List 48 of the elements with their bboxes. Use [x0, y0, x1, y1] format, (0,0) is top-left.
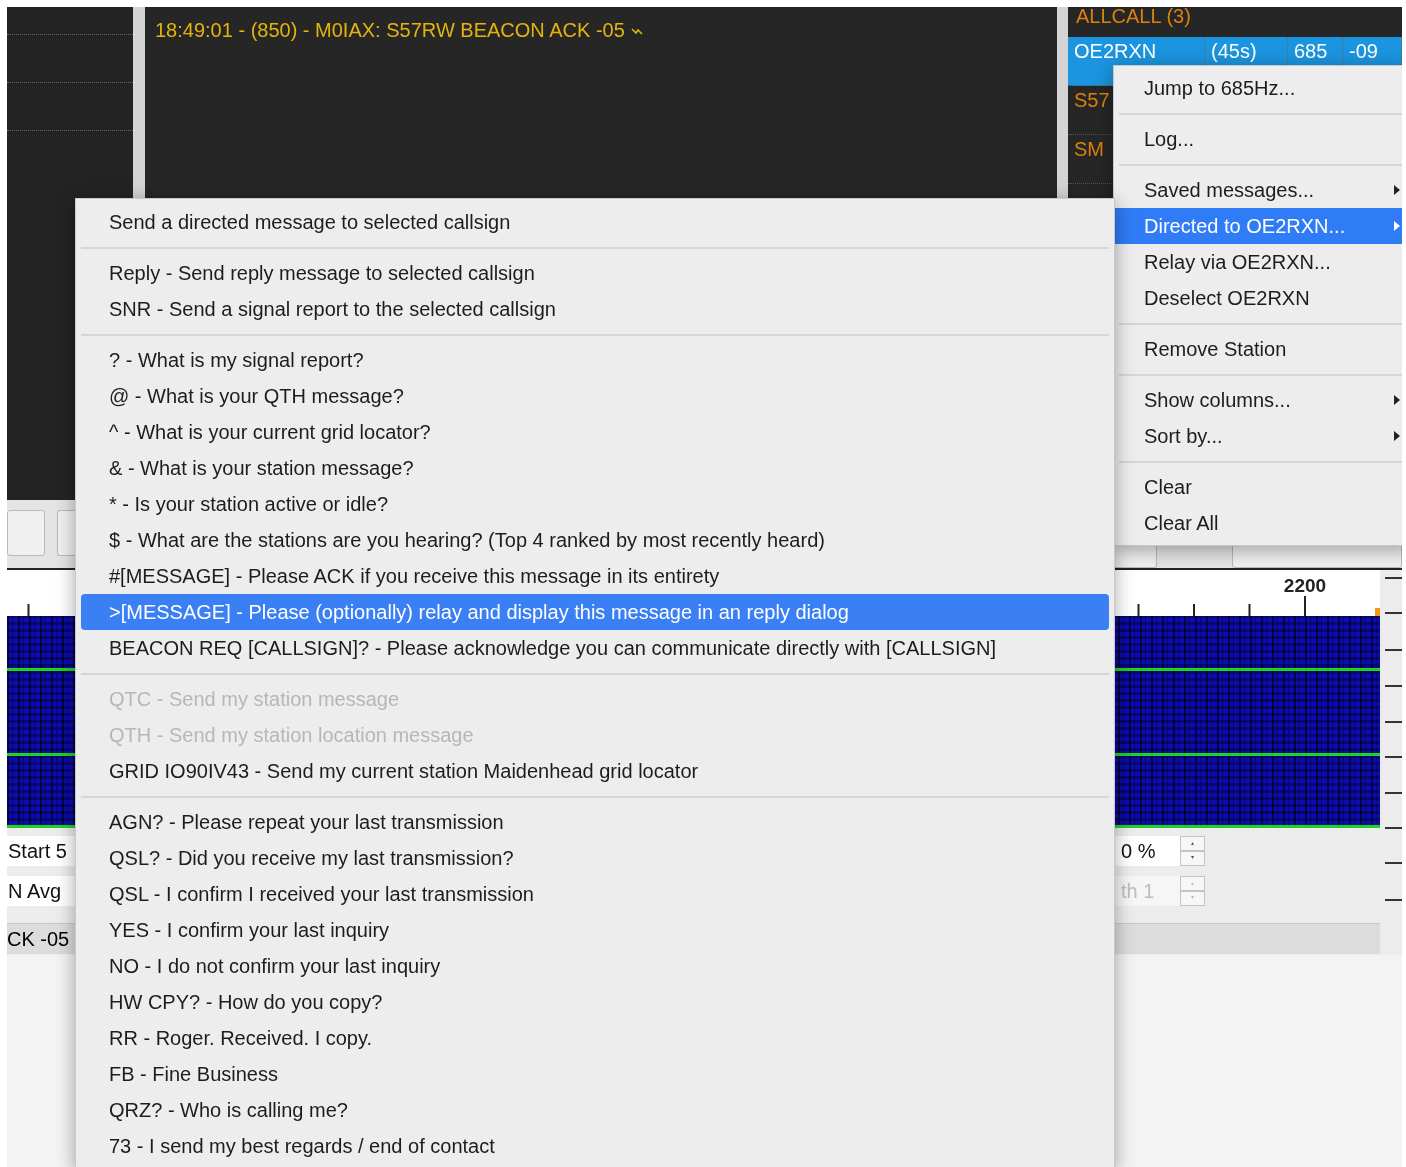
- menu-item[interactable]: @ - What is your QTH message?: [81, 378, 1109, 414]
- menu-item[interactable]: & - What is your station message?: [81, 450, 1109, 486]
- menu-item[interactable]: Remove Station: [1114, 331, 1402, 367]
- frequency-marker: [1375, 608, 1380, 616]
- panel-header: ALLCALL (3): [1075, 7, 1192, 29]
- menu-item[interactable]: 73 - I send my best regards / end of contact: [81, 1128, 1109, 1164]
- menu-item[interactable]: Deselect OE2RXN: [1114, 280, 1402, 316]
- submenu-arrow-icon: [1394, 185, 1400, 195]
- submenu-arrow-icon: [1394, 221, 1400, 231]
- menu-item[interactable]: AGN? - Please repeat your last transmission: [81, 804, 1109, 840]
- menu-item[interactable]: QSL - I confirm I received your last transmission: [81, 876, 1109, 912]
- menu-item[interactable]: QSL? - Did you receive my last transmission?: [81, 840, 1109, 876]
- submenu-arrow-icon: [1394, 431, 1400, 441]
- menu-item[interactable]: Directed to OE2RXN...: [1114, 208, 1402, 244]
- menu-item[interactable]: HW CPY? - How do you copy?: [81, 984, 1109, 1020]
- menu-item[interactable]: #[MESSAGE] - Please ACK if you receive this message in its entirety: [81, 558, 1109, 594]
- spin-box[interactable]: 0 %: [1115, 836, 1180, 866]
- spinner-arrows-icon[interactable]: [1180, 836, 1205, 866]
- input-field[interactable]: N Avg: [7, 876, 75, 906]
- status-text: CK -05: [7, 928, 70, 950]
- menu-item[interactable]: Clear: [1114, 469, 1402, 505]
- menu-item[interactable]: Send a directed message to selected callsign: [81, 204, 1109, 240]
- menu-item[interactable]: ^ - What is your current grid locator?: [81, 414, 1109, 450]
- menu-item[interactable]: GRID IO90IV43 - Send my current station Maidenhead grid locator: [81, 753, 1109, 789]
- submenu-arrow-icon: [1394, 395, 1400, 405]
- toolbar-button[interactable]: [7, 510, 45, 556]
- menu-item[interactable]: Reply - Send reply message to selected callsign: [81, 255, 1109, 291]
- spinner-arrows-icon[interactable]: [1180, 876, 1205, 906]
- menu-item[interactable]: Show columns...: [1114, 382, 1402, 418]
- squiggle-icon: [630, 26, 643, 35]
- menu-item[interactable]: QRZ? - Who is calling me?: [81, 1092, 1109, 1128]
- menu-item[interactable]: FB - Fine Business: [81, 1056, 1109, 1092]
- menu-item[interactable]: ? - What is my signal report?: [81, 342, 1109, 378]
- menu-item[interactable]: Clear All: [1114, 505, 1402, 541]
- menu-item[interactable]: YES - I confirm your last inquiry: [81, 912, 1109, 948]
- menu-item[interactable]: RR - Roger. Received. I copy.: [81, 1020, 1109, 1056]
- menu-item[interactable]: >[MESSAGE] - Please (optionally) relay and display this message in an reply dialog: [81, 594, 1109, 630]
- toolbar-button[interactable]: [57, 510, 75, 556]
- message-line: 18:49:01 - (850) - M0IAX: S57RW BEACON ACK -05: [155, 19, 625, 42]
- menu-item[interactable]: NO - I do not confirm your last inquiry: [81, 948, 1109, 984]
- ruler-label: 2200: [1283, 575, 1327, 596]
- menu-item[interactable]: Relay via OE2RXN...: [1114, 244, 1402, 280]
- menu-item[interactable]: BEACON REQ [CALLSIGN]? - Please acknowledge you can communicate directly with [CALLSIGN]: [81, 630, 1109, 666]
- menu-item[interactable]: Sort by...: [1114, 418, 1402, 454]
- menu-item[interactable]: * - Is your station active or idle?: [81, 486, 1109, 522]
- menu-item[interactable]: $ - What are the stations are you hearing? (Top 4 ranked by most recently heard): [81, 522, 1109, 558]
- input-field[interactable]: Start 5: [7, 836, 75, 866]
- menu-item[interactable]: SNR - Send a signal report to the selected callsign: [81, 291, 1109, 327]
